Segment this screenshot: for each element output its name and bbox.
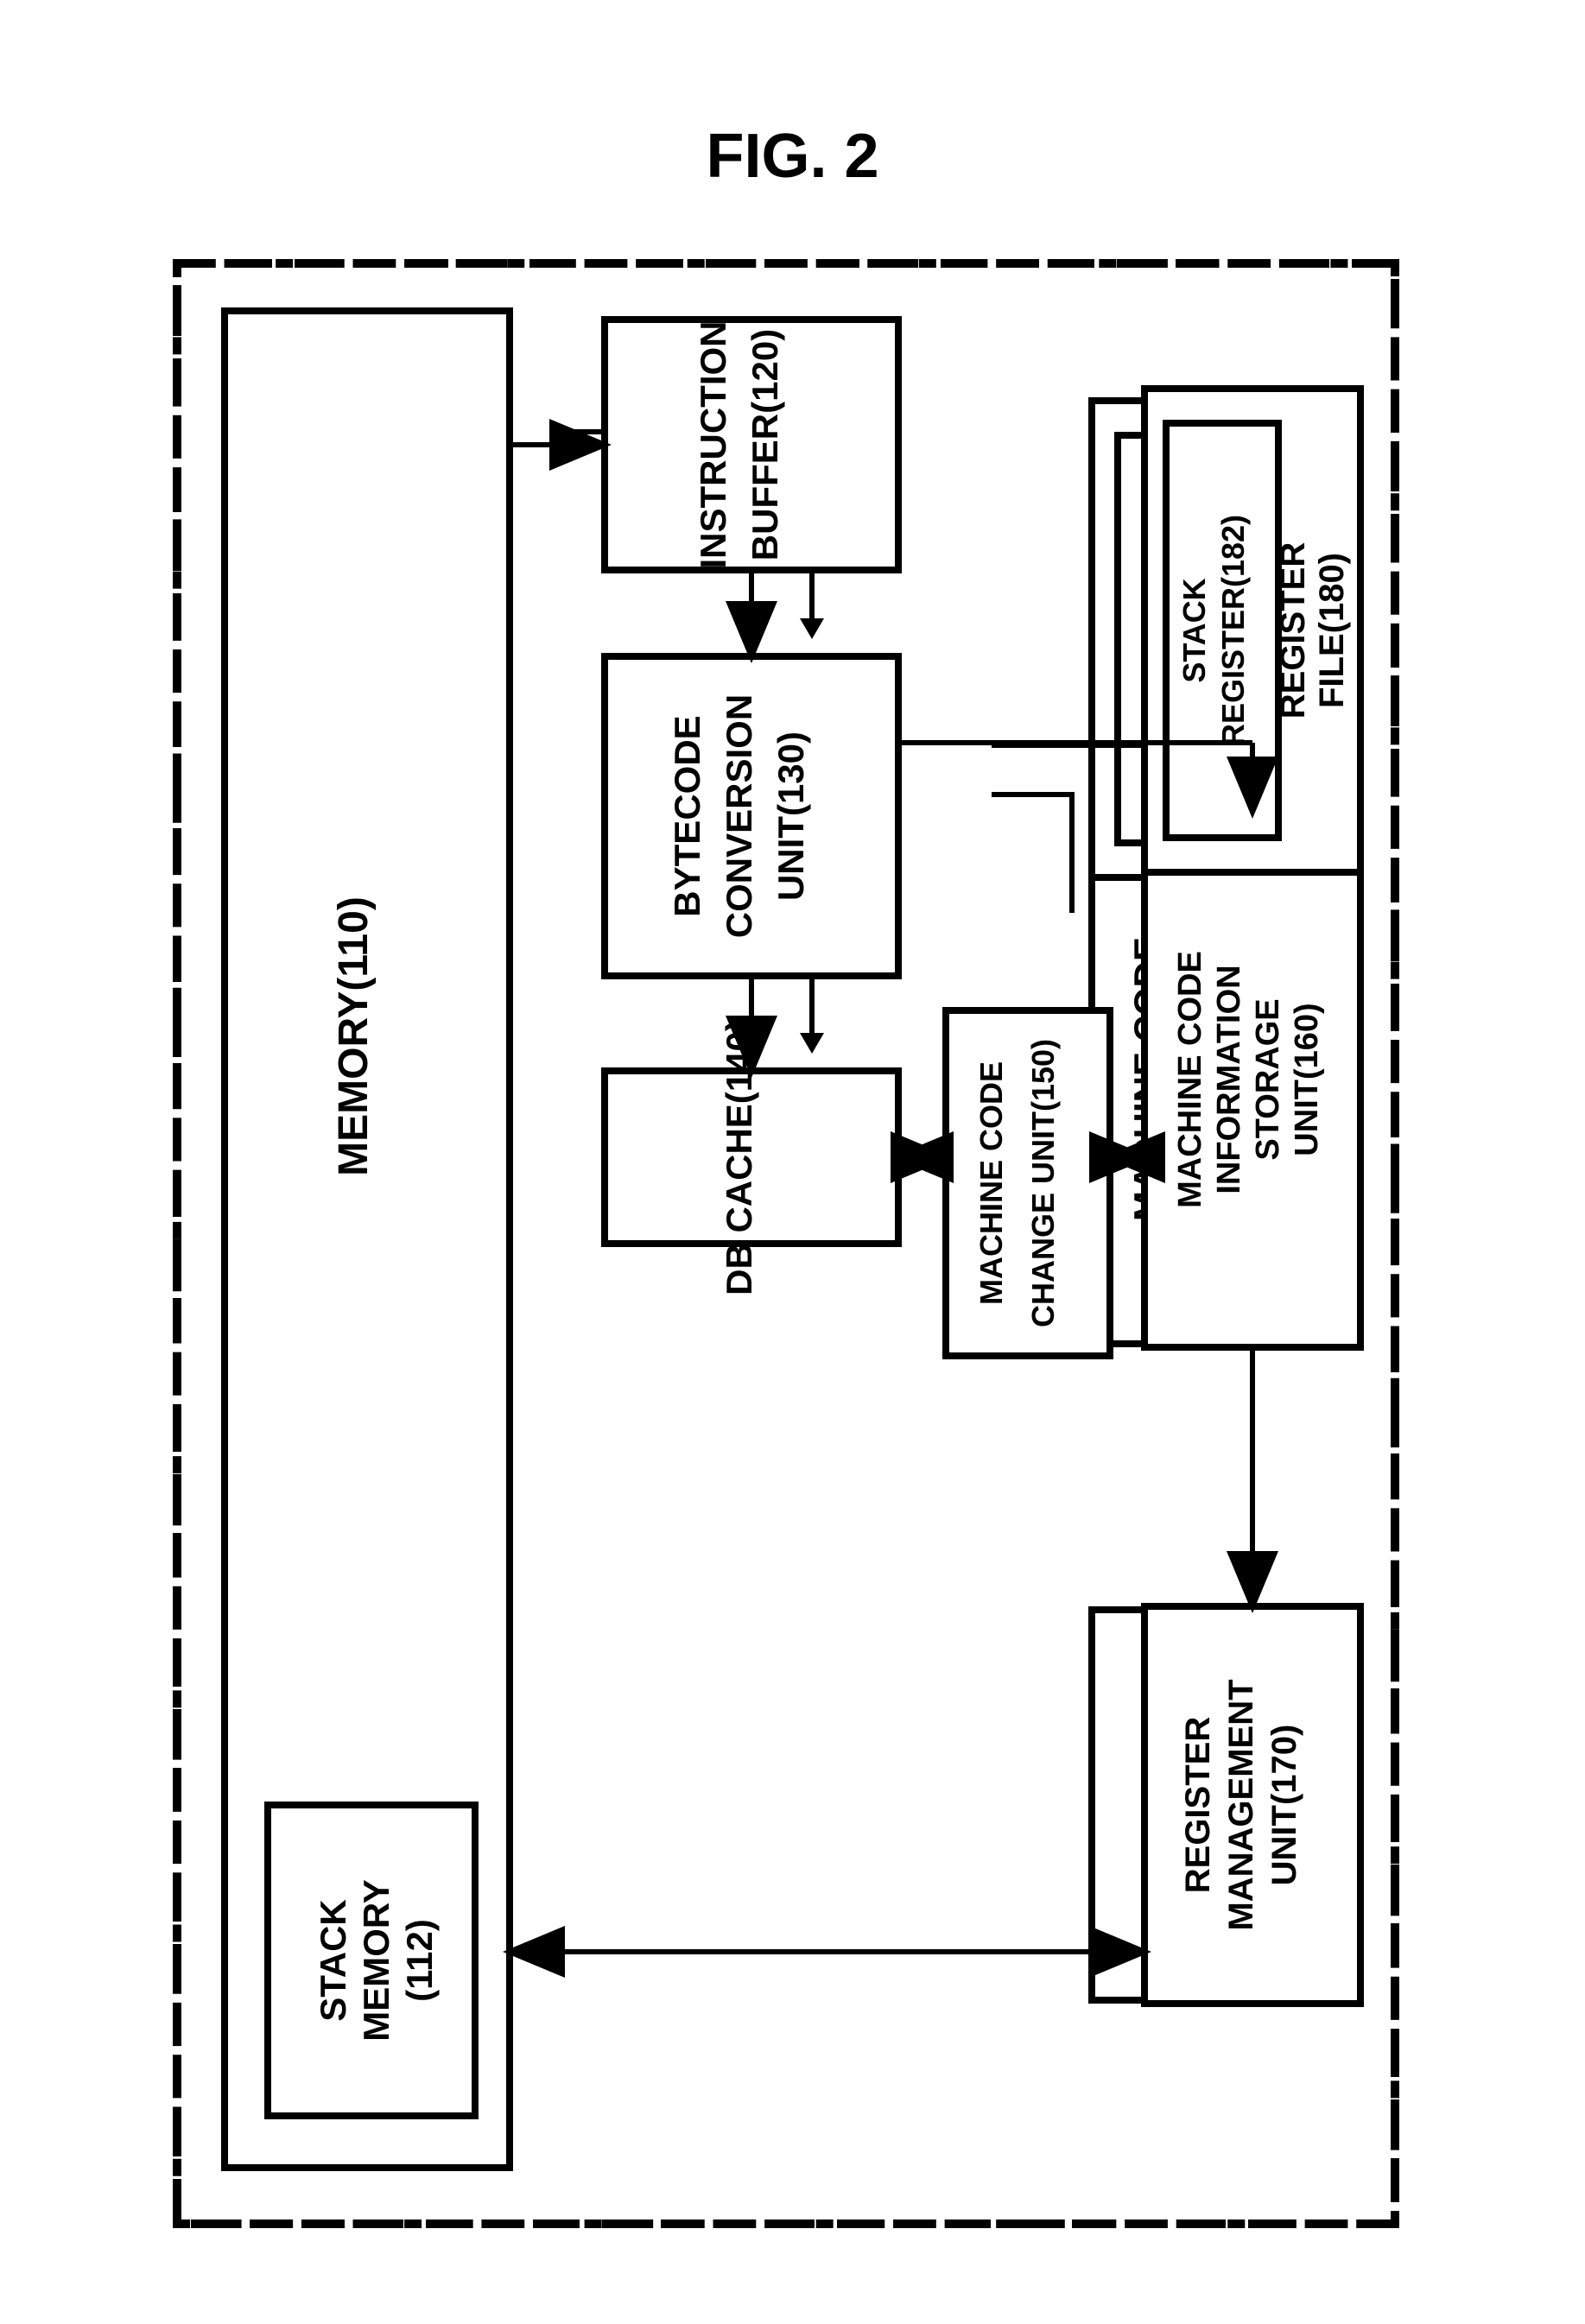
svg-text:MACHINE CODE: MACHINE CODE: [1172, 951, 1208, 1208]
svg-text:UNIT(130): UNIT(130): [770, 731, 811, 901]
svg-text:INFORMATION: INFORMATION: [1211, 965, 1247, 1194]
svg-text:UNIT(160): UNIT(160): [1289, 1003, 1325, 1156]
diagram-final: MEMORY(110) STACK MEMORY (112) INSTRUCTI…: [173, 259, 1399, 2228]
svg-text:BUFFER(120): BUFFER(120): [745, 329, 785, 560]
svg-text:MANAGEMENT: MANAGEMENT: [1222, 1679, 1260, 1930]
svg-text:MEMORY: MEMORY: [356, 1879, 396, 2041]
svg-text:FILE(180): FILE(180): [1313, 553, 1351, 708]
memory-text: MEMORY(110): [331, 896, 377, 1176]
svg-text:REGISTER: REGISTER: [1179, 1717, 1217, 1894]
svg-text:STORAGE: STORAGE: [1250, 998, 1286, 1160]
svg-text:STACK: STACK: [1176, 578, 1212, 682]
svg-text:(112): (112): [399, 1919, 440, 2002]
svg-text:BYTECODE: BYTECODE: [667, 715, 707, 916]
svg-text:MACHINE CODE: MACHINE CODE: [973, 1061, 1009, 1305]
svg-text:INSTRUCTION: INSTRUCTION: [693, 321, 733, 569]
svg-text:CHANGE UNIT(150): CHANGE UNIT(150): [1025, 1039, 1061, 1327]
svg-text:REGISTER(182): REGISTER(182): [1215, 515, 1251, 746]
svg-text:UNIT(170): UNIT(170): [1265, 1725, 1303, 1886]
svg-text:CONVERSION: CONVERSION: [719, 694, 759, 938]
svg-text:STACK: STACK: [313, 1899, 353, 2022]
figure-title: FIG. 2: [706, 121, 878, 192]
